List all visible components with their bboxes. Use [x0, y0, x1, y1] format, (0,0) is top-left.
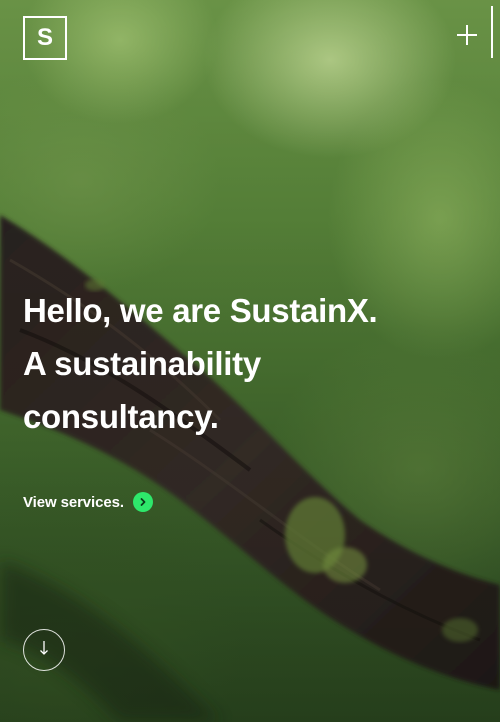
logo[interactable]: S: [23, 16, 67, 60]
edge-line-divider: [491, 6, 493, 58]
hero-headline: Hello, we are SustainX. A sustainability…: [23, 284, 483, 443]
menu-toggle-button[interactable]: [452, 20, 482, 50]
hero-section: S Hello, we are SustainX. A sustainabili…: [0, 0, 500, 722]
headline-line: consultancy.: [23, 398, 219, 435]
view-services-label: View services.: [23, 493, 124, 511]
scroll-down-button[interactable]: [23, 629, 65, 671]
headline-line: Hello, we are SustainX.: [23, 292, 378, 329]
logo-letter: S: [36, 24, 53, 51]
chevron-right-icon: [132, 492, 153, 512]
view-services-link[interactable]: View services.: [23, 492, 153, 512]
arrow-down-icon: [38, 640, 50, 661]
headline-line: A sustainability: [23, 345, 261, 382]
